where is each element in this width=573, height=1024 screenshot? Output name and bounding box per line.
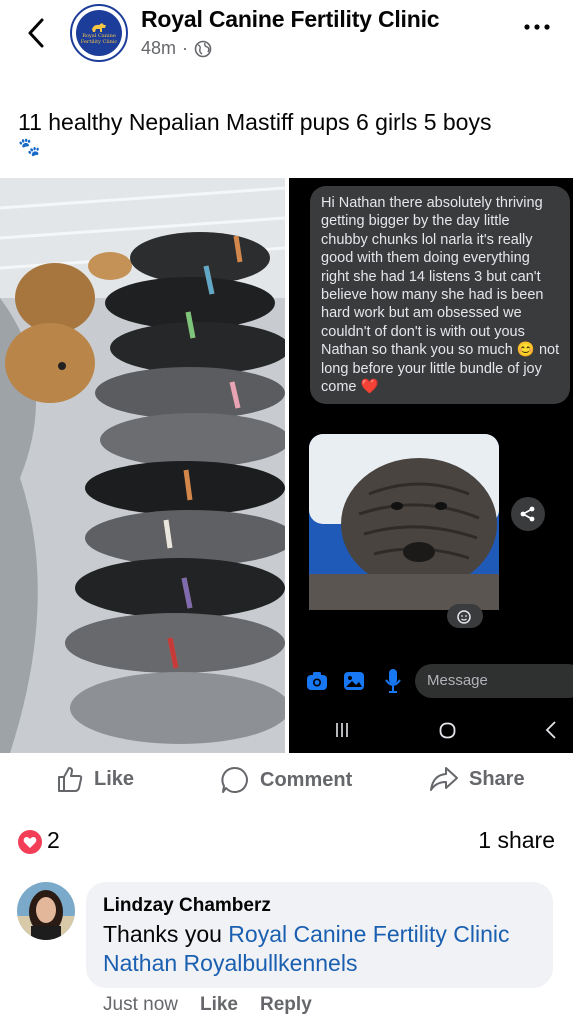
chat-message-bubble: Hi Nathan there absolutely thriving gett… [310, 186, 570, 405]
commenter-photo [17, 882, 75, 940]
post-meta: 48m · [141, 38, 212, 59]
share-button[interactable]: Share [429, 765, 525, 793]
post-header: Royal Canine Fertility Clinic Royal Cani… [0, 0, 573, 90]
post-photos[interactable]: Hi Nathan there absolutely thriving gett… [0, 178, 573, 753]
recents-icon[interactable] [334, 722, 350, 738]
add-reaction-chip[interactable] [447, 604, 483, 628]
share-count[interactable]: 1 share [478, 827, 555, 854]
mastiff-photo [309, 434, 499, 610]
share-label: Share [469, 767, 525, 790]
mention-user[interactable]: Nathan Royalbullkennels [103, 950, 357, 976]
paw-prints-emoji: 🐾 [18, 137, 41, 157]
comment-icon [221, 766, 248, 793]
comment-time: Just now [103, 994, 178, 1015]
comment-bubble[interactable]: Lindzay Chamberz Thanks you Royal Canine… [86, 882, 553, 988]
microphone-icon[interactable] [384, 668, 402, 694]
heart-icon [23, 836, 37, 848]
post-actions: Like Comment Share [0, 755, 573, 811]
comment-author[interactable]: Lindzay Chamberz [103, 895, 271, 917]
comment-button[interactable]: Comment [220, 765, 352, 795]
share-arrow-icon [430, 767, 458, 791]
chat-photo-attachment[interactable] [309, 434, 499, 610]
home-icon[interactable] [439, 722, 456, 739]
page-name[interactable]: Royal Canine Fertility Clinic [141, 6, 440, 33]
mention-page[interactable]: Royal Canine Fertility Clinic [228, 921, 509, 947]
thumbs-up-icon [58, 767, 83, 792]
globe-icon[interactable] [194, 40, 212, 58]
dog-logo-icon [92, 23, 106, 32]
puppies-photo[interactable] [0, 178, 285, 753]
chevron-left-icon[interactable] [22, 16, 52, 50]
android-nav-bar [289, 708, 573, 753]
page-avatar[interactable]: Royal Canine Fertility Clinic [70, 4, 128, 62]
chat-screenshot[interactable]: Hi Nathan there absolutely thriving gett… [289, 178, 573, 753]
meta-separator: · [182, 38, 189, 58]
smile-plus-icon [457, 610, 471, 624]
message-input[interactable]: Message [415, 664, 573, 698]
comment-reply-button[interactable]: Reply [260, 994, 312, 1016]
like-button[interactable]: Like [56, 765, 134, 793]
avatar-text-2: Fertility Clinic [80, 39, 118, 45]
comment-footer: Just now Like Reply [103, 994, 312, 1016]
camera-icon[interactable] [306, 670, 328, 692]
love-reaction-icon[interactable] [18, 830, 42, 854]
chat-composer: Message [289, 660, 573, 704]
comment-like-button[interactable]: Like [200, 994, 238, 1016]
share-nodes-icon [520, 506, 535, 522]
comment-text: Thanks you Royal Canine Fertility Clinic… [103, 920, 543, 978]
reaction-count[interactable]: 2 [47, 827, 60, 854]
puppies-image [0, 178, 285, 753]
like-label: Like [94, 767, 135, 790]
post-time[interactable]: 48m [141, 38, 176, 59]
post-stats: 2 1 share [0, 822, 573, 862]
comment-text-prefix: Thanks you [103, 921, 229, 947]
gallery-icon[interactable] [343, 670, 365, 692]
share-fab[interactable] [511, 497, 545, 531]
more-dots-icon[interactable] [522, 22, 552, 32]
post-caption: 11 healthy Nepalian Mastiff pups 6 girls… [18, 109, 492, 135]
comment-label: Comment [260, 768, 353, 791]
back-nav-icon[interactable] [545, 721, 557, 739]
commenter-avatar[interactable] [17, 882, 75, 940]
